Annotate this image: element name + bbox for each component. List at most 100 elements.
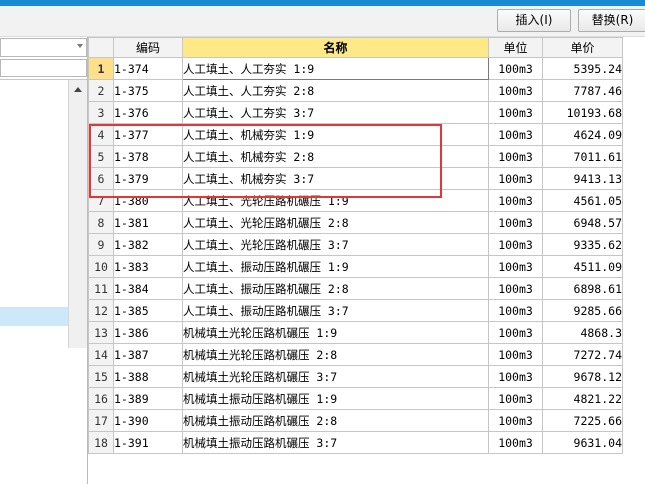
price-header[interactable]: 单价 [542, 37, 623, 58]
row-number-cell[interactable]: 18 [88, 431, 114, 454]
price-cell[interactable]: 6948.57 [542, 211, 623, 234]
code-cell[interactable]: 1-375 [113, 79, 183, 102]
code-cell[interactable]: 1-374 [113, 57, 183, 80]
name-cell[interactable]: 机械填土光轮压路机碾压 1:9 [182, 321, 489, 344]
code-cell[interactable]: 1-378 [113, 145, 183, 168]
code-cell[interactable]: 1-391 [113, 431, 183, 454]
table-row[interactable]: 1 1-374 人工填土、人工夯实 1:9 100m3 5395.24 [88, 57, 623, 80]
code-cell[interactable]: 1-385 [113, 299, 183, 322]
replace-button[interactable]: 替换(R) [578, 9, 645, 32]
unit-cell[interactable]: 100m3 [488, 167, 543, 190]
unit-cell[interactable]: 100m3 [488, 321, 543, 344]
row-number-cell[interactable]: 13 [88, 321, 114, 344]
row-number-cell[interactable]: 16 [88, 387, 114, 410]
price-cell[interactable]: 9413.13 [542, 167, 623, 190]
unit-cell[interactable]: 100m3 [488, 277, 543, 300]
table-row[interactable]: 8 1-381 人工填土、光轮压路机碾压 2:8 100m3 6948.57 [88, 211, 623, 234]
price-cell[interactable]: 9335.62 [542, 233, 623, 256]
table-row[interactable]: 18 1-391 机械填土振动压路机碾压 3:7 100m3 9631.04 [88, 431, 623, 454]
table-row[interactable]: 5 1-378 人工填土、机械夯实 2:8 100m3 7011.61 [88, 145, 623, 168]
insert-button[interactable]: 插入(I) [497, 9, 571, 32]
code-cell[interactable]: 1-386 [113, 321, 183, 344]
name-cell[interactable]: 人工填土、机械夯实 2:8 [182, 145, 489, 168]
code-cell[interactable]: 1-383 [113, 255, 183, 278]
code-cell[interactable]: 1-384 [113, 277, 183, 300]
price-cell[interactable]: 7225.66 [542, 409, 623, 432]
name-cell[interactable]: 机械填土振动压路机碾压 1:9 [182, 387, 489, 410]
code-cell[interactable]: 1-376 [113, 101, 183, 124]
row-number-cell[interactable]: 17 [88, 409, 114, 432]
name-cell[interactable]: 人工填土、人工夯实 1:9 [182, 57, 489, 80]
name-cell[interactable]: 人工填土、人工夯实 3:7 [182, 101, 489, 124]
tree-scrollbar[interactable] [68, 80, 87, 348]
name-cell[interactable]: 机械填土振动压路机碾压 2:8 [182, 409, 489, 432]
price-cell[interactable]: 4868.3 [542, 321, 623, 344]
price-cell[interactable]: 9631.04 [542, 431, 623, 454]
code-cell[interactable]: 1-382 [113, 233, 183, 256]
code-cell[interactable]: 1-379 [113, 167, 183, 190]
search-input[interactable] [0, 59, 87, 77]
table-row[interactable]: 2 1-375 人工填土、人工夯实 2:8 100m3 7787.46 [88, 79, 623, 102]
price-cell[interactable]: 5395.24 [542, 57, 623, 80]
unit-cell[interactable]: 100m3 [488, 57, 543, 80]
price-cell[interactable]: 9678.12 [542, 365, 623, 388]
price-cell[interactable]: 9285.66 [542, 299, 623, 322]
row-number-cell[interactable]: 2 [88, 79, 114, 102]
table-row[interactable]: 13 1-386 机械填土光轮压路机碾压 1:9 100m3 4868.3 [88, 321, 623, 344]
code-cell[interactable]: 1-388 [113, 365, 183, 388]
table-row[interactable]: 3 1-376 人工填土、人工夯实 3:7 100m3 10193.68 [88, 101, 623, 124]
name-cell[interactable]: 机械填土振动压路机碾压 3:7 [182, 431, 489, 454]
table-row[interactable]: 4 1-377 人工填土、机械夯实 1:9 100m3 4624.09 [88, 123, 623, 146]
row-number-cell[interactable]: 5 [88, 145, 114, 168]
table-row[interactable]: 12 1-385 人工填土、振动压路机碾压 3:7 100m3 9285.66 [88, 299, 623, 322]
row-number-cell[interactable]: 14 [88, 343, 114, 366]
name-cell[interactable]: 人工填土、光轮压路机碾压 3:7 [182, 233, 489, 256]
table-row[interactable]: 10 1-383 人工填土、振动压路机碾压 1:9 100m3 4511.09 [88, 255, 623, 278]
price-cell[interactable]: 10193.68 [542, 101, 623, 124]
price-cell[interactable]: 4624.09 [542, 123, 623, 146]
table-row[interactable]: 7 1-380 人工填土、光轮压路机碾压 1:9 100m3 4561.05 [88, 189, 623, 212]
code-cell[interactable]: 1-380 [113, 189, 183, 212]
name-cell[interactable]: 人工填土、振动压路机碾压 3:7 [182, 299, 489, 322]
table-row[interactable]: 14 1-387 机械填土光轮压路机碾压 2:8 100m3 7272.74 [88, 343, 623, 366]
unit-cell[interactable]: 100m3 [488, 79, 543, 102]
price-cell[interactable]: 4511.09 [542, 255, 623, 278]
name-header[interactable]: 名称 [182, 37, 489, 58]
name-cell[interactable]: 人工填土、光轮压路机碾压 2:8 [182, 211, 489, 234]
price-cell[interactable]: 7011.61 [542, 145, 623, 168]
name-cell[interactable]: 人工填土、机械夯实 1:9 [182, 123, 489, 146]
code-cell[interactable]: 1-390 [113, 409, 183, 432]
unit-cell[interactable]: 100m3 [488, 343, 543, 366]
unit-cell[interactable]: 100m3 [488, 233, 543, 256]
price-cell[interactable]: 4821.22 [542, 387, 623, 410]
code-cell[interactable]: 1-377 [113, 123, 183, 146]
unit-cell[interactable]: 100m3 [488, 431, 543, 454]
unit-cell[interactable]: 100m3 [488, 255, 543, 278]
row-number-cell[interactable]: 9 [88, 233, 114, 256]
unit-cell[interactable]: 100m3 [488, 145, 543, 168]
code-cell[interactable]: 1-387 [113, 343, 183, 366]
price-cell[interactable]: 7272.74 [542, 343, 623, 366]
row-number-cell[interactable]: 8 [88, 211, 114, 234]
row-number-cell[interactable]: 10 [88, 255, 114, 278]
row-number-cell[interactable]: 3 [88, 101, 114, 124]
category-dropdown[interactable] [0, 38, 87, 57]
row-number-cell[interactable]: 11 [88, 277, 114, 300]
chevron-down-icon[interactable] [77, 44, 83, 48]
row-number-cell[interactable]: 6 [88, 167, 114, 190]
unit-cell[interactable]: 100m3 [488, 123, 543, 146]
unit-cell[interactable]: 100m3 [488, 409, 543, 432]
unit-cell[interactable]: 100m3 [488, 365, 543, 388]
code-header[interactable]: 编码 [113, 37, 183, 58]
table-row[interactable]: 6 1-379 人工填土、机械夯实 3:7 100m3 9413.13 [88, 167, 623, 190]
name-cell[interactable]: 人工填土、机械夯实 3:7 [182, 167, 489, 190]
table-row[interactable]: 16 1-389 机械填土振动压路机碾压 1:9 100m3 4821.22 [88, 387, 623, 410]
unit-cell[interactable]: 100m3 [488, 211, 543, 234]
name-cell[interactable]: 机械填土光轮压路机碾压 3:7 [182, 365, 489, 388]
row-number-cell[interactable]: 12 [88, 299, 114, 322]
table-row[interactable]: 11 1-384 人工填土、振动压路机碾压 2:8 100m3 6898.61 [88, 277, 623, 300]
price-cell[interactable]: 7787.46 [542, 79, 623, 102]
code-cell[interactable]: 1-381 [113, 211, 183, 234]
table-row[interactable]: 9 1-382 人工填土、光轮压路机碾压 3:7 100m3 9335.62 [88, 233, 623, 256]
unit-header[interactable]: 单位 [488, 37, 543, 58]
